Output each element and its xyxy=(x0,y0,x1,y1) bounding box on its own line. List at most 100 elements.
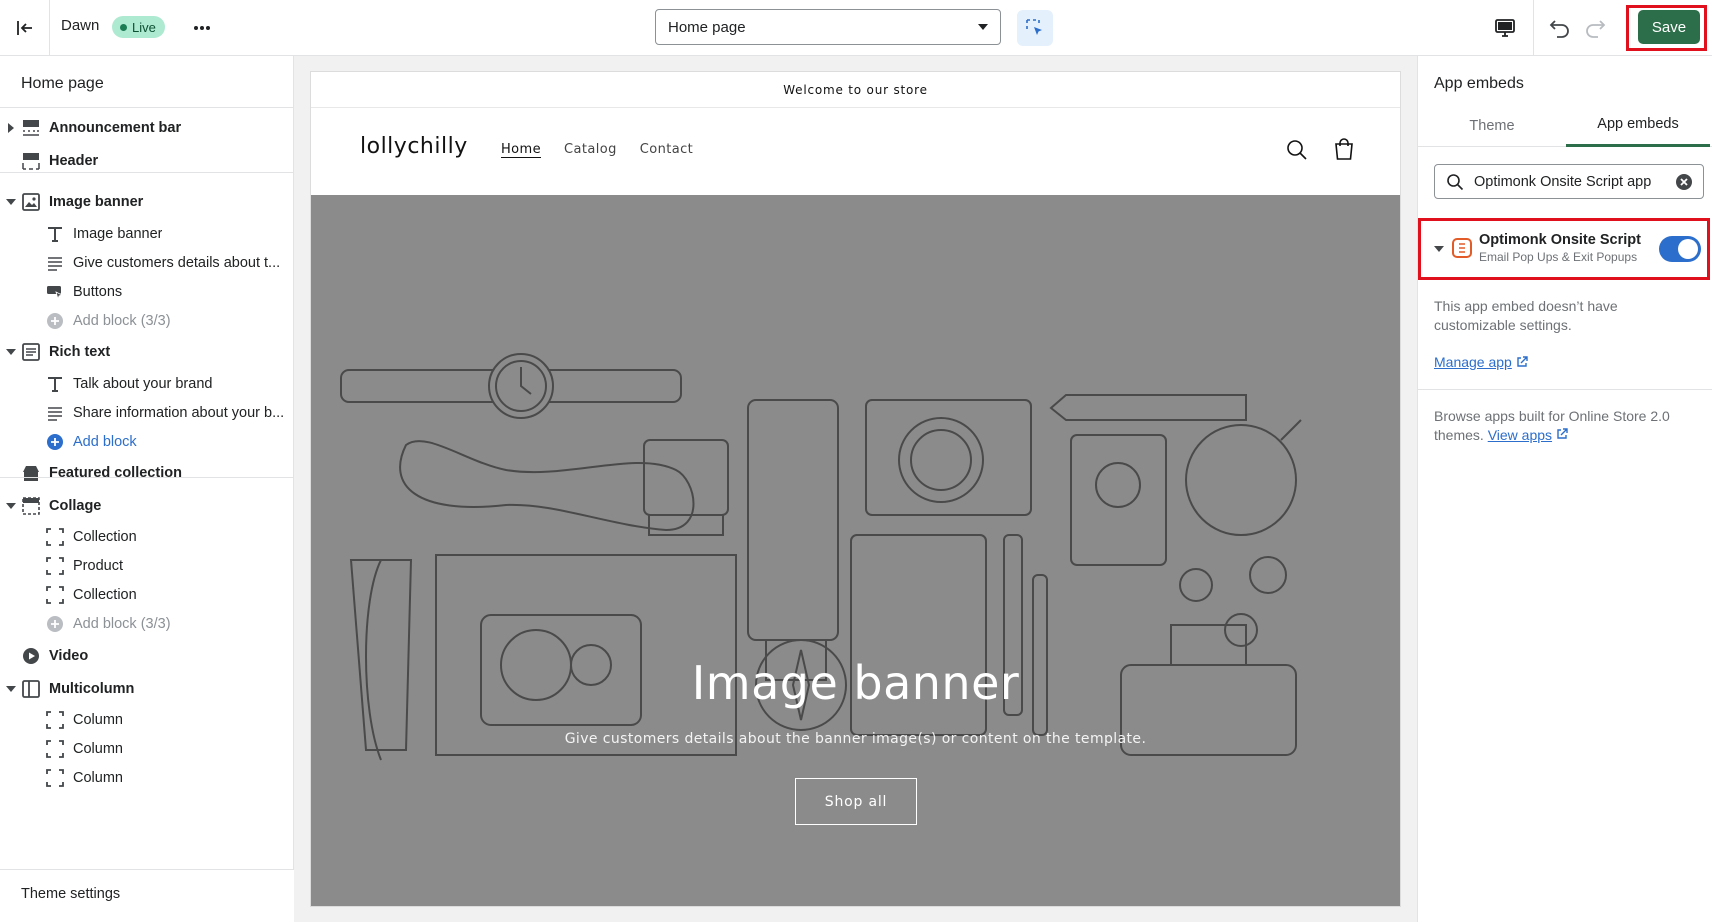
shop-all-button[interactable]: Shop all xyxy=(795,778,917,825)
section-announcement-bar[interactable]: Announcement bar xyxy=(0,113,294,143)
section-image-banner[interactable]: Image banner xyxy=(0,187,294,217)
manage-app-link[interactable]: Manage app xyxy=(1434,354,1528,370)
featured-collection-icon xyxy=(21,463,41,483)
banner-heading: Image banner xyxy=(691,656,1020,710)
multicolumn-icon xyxy=(21,679,41,699)
exit-button[interactable] xyxy=(0,0,50,56)
chevron-down-icon[interactable] xyxy=(6,197,16,207)
announcement-bar[interactable]: Welcome to our store xyxy=(311,72,1400,108)
block-buttons[interactable]: Buttons xyxy=(0,277,294,307)
divider xyxy=(0,172,294,173)
sidebar-title: Home page xyxy=(21,75,104,92)
app-search-input[interactable] xyxy=(1474,171,1674,193)
block-image-banner[interactable]: Image banner xyxy=(0,219,294,249)
block-column[interactable]: Column xyxy=(0,763,294,793)
view-apps-label: View apps xyxy=(1487,427,1553,443)
tree-item-label: Talk about your brand xyxy=(73,376,213,392)
clear-search-icon[interactable] xyxy=(1675,173,1693,191)
frame-icon xyxy=(45,768,65,788)
page-selector[interactable]: Home page xyxy=(655,9,1001,45)
embed-name: Optimonk Onsite Script xyxy=(1479,232,1641,248)
store-header[interactable]: lollychilly Home Catalog Contact xyxy=(311,108,1400,195)
paragraph-icon xyxy=(45,253,65,273)
chevron-down-icon[interactable] xyxy=(6,684,16,694)
view-apps-link[interactable]: View apps xyxy=(1488,427,1552,443)
tree-item-label: Share information about your b... xyxy=(73,405,285,421)
block-column[interactable]: Column xyxy=(0,734,294,764)
video-icon xyxy=(21,646,41,666)
store-nav: Home Catalog Contact xyxy=(501,142,693,157)
block-product[interactable]: Product xyxy=(0,551,294,581)
chevron-right-icon[interactable] xyxy=(6,123,16,133)
tree-item-label: Product xyxy=(73,558,123,574)
section-rich-text[interactable]: Rich text xyxy=(0,337,294,367)
tree-item-label: Add block (3/3) xyxy=(73,313,171,329)
theme-settings-label: Theme settings xyxy=(21,886,121,902)
tree-item-label: Column xyxy=(73,741,123,757)
collage-icon xyxy=(21,496,41,516)
tree-item-label: Image banner xyxy=(73,226,163,242)
search-icon[interactable] xyxy=(1285,138,1309,162)
section-video[interactable]: Video xyxy=(0,641,294,671)
block-collection[interactable]: Collection xyxy=(0,580,294,610)
add-block-add-block[interactable]: Add block xyxy=(0,427,294,457)
announcement-bar-icon xyxy=(21,118,41,138)
tree-item-label: Announcement bar xyxy=(49,120,182,136)
save-button[interactable]: Save xyxy=(1638,10,1700,44)
tree-item-label: Rich text xyxy=(49,344,111,360)
nav-catalog[interactable]: Catalog xyxy=(564,142,617,157)
theme-name: Dawn xyxy=(61,17,100,34)
banner-subtext: Give customers details about the banner … xyxy=(564,731,1147,747)
caret-down-icon xyxy=(978,24,988,30)
theme-settings-button[interactable]: Theme settings xyxy=(0,869,294,922)
add-circle-icon xyxy=(45,311,65,331)
status-badge-label: Live xyxy=(132,19,156,35)
tree-item-label: Multicolumn xyxy=(49,681,135,697)
add-block-add-block-3-3[interactable]: Add block (3/3) xyxy=(0,306,294,336)
panel-title: App embeds xyxy=(1434,75,1524,92)
tree-item-label: Add block xyxy=(73,434,137,450)
embed-enable-toggle[interactable] xyxy=(1659,236,1701,262)
app-embeds-panel: App embeds Theme App embeds Optimonk Ons… xyxy=(1417,56,1712,922)
redo-button[interactable] xyxy=(1580,13,1610,43)
tab-theme[interactable]: Theme xyxy=(1418,104,1566,147)
more-actions-button[interactable] xyxy=(188,14,216,42)
inspector-toggle-button[interactable] xyxy=(1017,10,1053,46)
section-featured-collection[interactable]: Featured collection xyxy=(0,458,294,488)
desktop-icon xyxy=(1495,19,1515,37)
tree-item-label: Buttons xyxy=(73,284,123,300)
tree-item-label: Give customers details about t... xyxy=(73,255,281,271)
cart-icon[interactable] xyxy=(1331,136,1357,162)
frame-icon xyxy=(45,585,65,605)
tree-item-label: Column xyxy=(73,770,123,786)
tab-app-embeds[interactable]: App embeds xyxy=(1566,104,1710,147)
status-badge: Live xyxy=(112,16,165,38)
nav-contact[interactable]: Contact xyxy=(640,142,693,157)
sections-sidebar: Home page Announcement bar Header Image ba… xyxy=(0,56,294,922)
header-icon xyxy=(21,151,41,171)
caret-down-icon[interactable] xyxy=(1434,246,1444,252)
block-give-customers-details-about-t[interactable]: Give customers details about t... xyxy=(0,248,294,278)
app-search-field[interactable] xyxy=(1434,164,1704,199)
external-link-icon xyxy=(1557,428,1568,439)
divider xyxy=(1418,389,1712,390)
frame-icon xyxy=(45,710,65,730)
section-collage[interactable]: Collage xyxy=(0,491,294,521)
tree-item-label: Column xyxy=(73,712,123,728)
image-banner[interactable]: Image banner Give customers details abou… xyxy=(311,195,1400,906)
block-collection[interactable]: Collection xyxy=(0,522,294,552)
store-logo[interactable]: lollychilly xyxy=(360,134,468,159)
add-block-add-block-3-3[interactable]: Add block (3/3) xyxy=(0,609,294,639)
block-column[interactable]: Column xyxy=(0,705,294,735)
nav-home[interactable]: Home xyxy=(501,142,541,157)
undo-button[interactable] xyxy=(1545,13,1575,43)
section-multicolumn[interactable]: Multicolumn xyxy=(0,674,294,704)
chevron-down-icon[interactable] xyxy=(6,501,16,511)
tree-item-label: Add block (3/3) xyxy=(73,616,171,632)
desktop-view-button[interactable] xyxy=(1490,14,1520,42)
browse-apps-label: Browse apps built for Online Store 2.0 t… xyxy=(1434,408,1670,443)
block-share-information-about-your-b[interactable]: Share information about your b... xyxy=(0,398,294,428)
frame-icon xyxy=(45,739,65,759)
block-talk-about-your-brand[interactable]: Talk about your brand xyxy=(0,369,294,399)
chevron-down-icon[interactable] xyxy=(6,347,16,357)
